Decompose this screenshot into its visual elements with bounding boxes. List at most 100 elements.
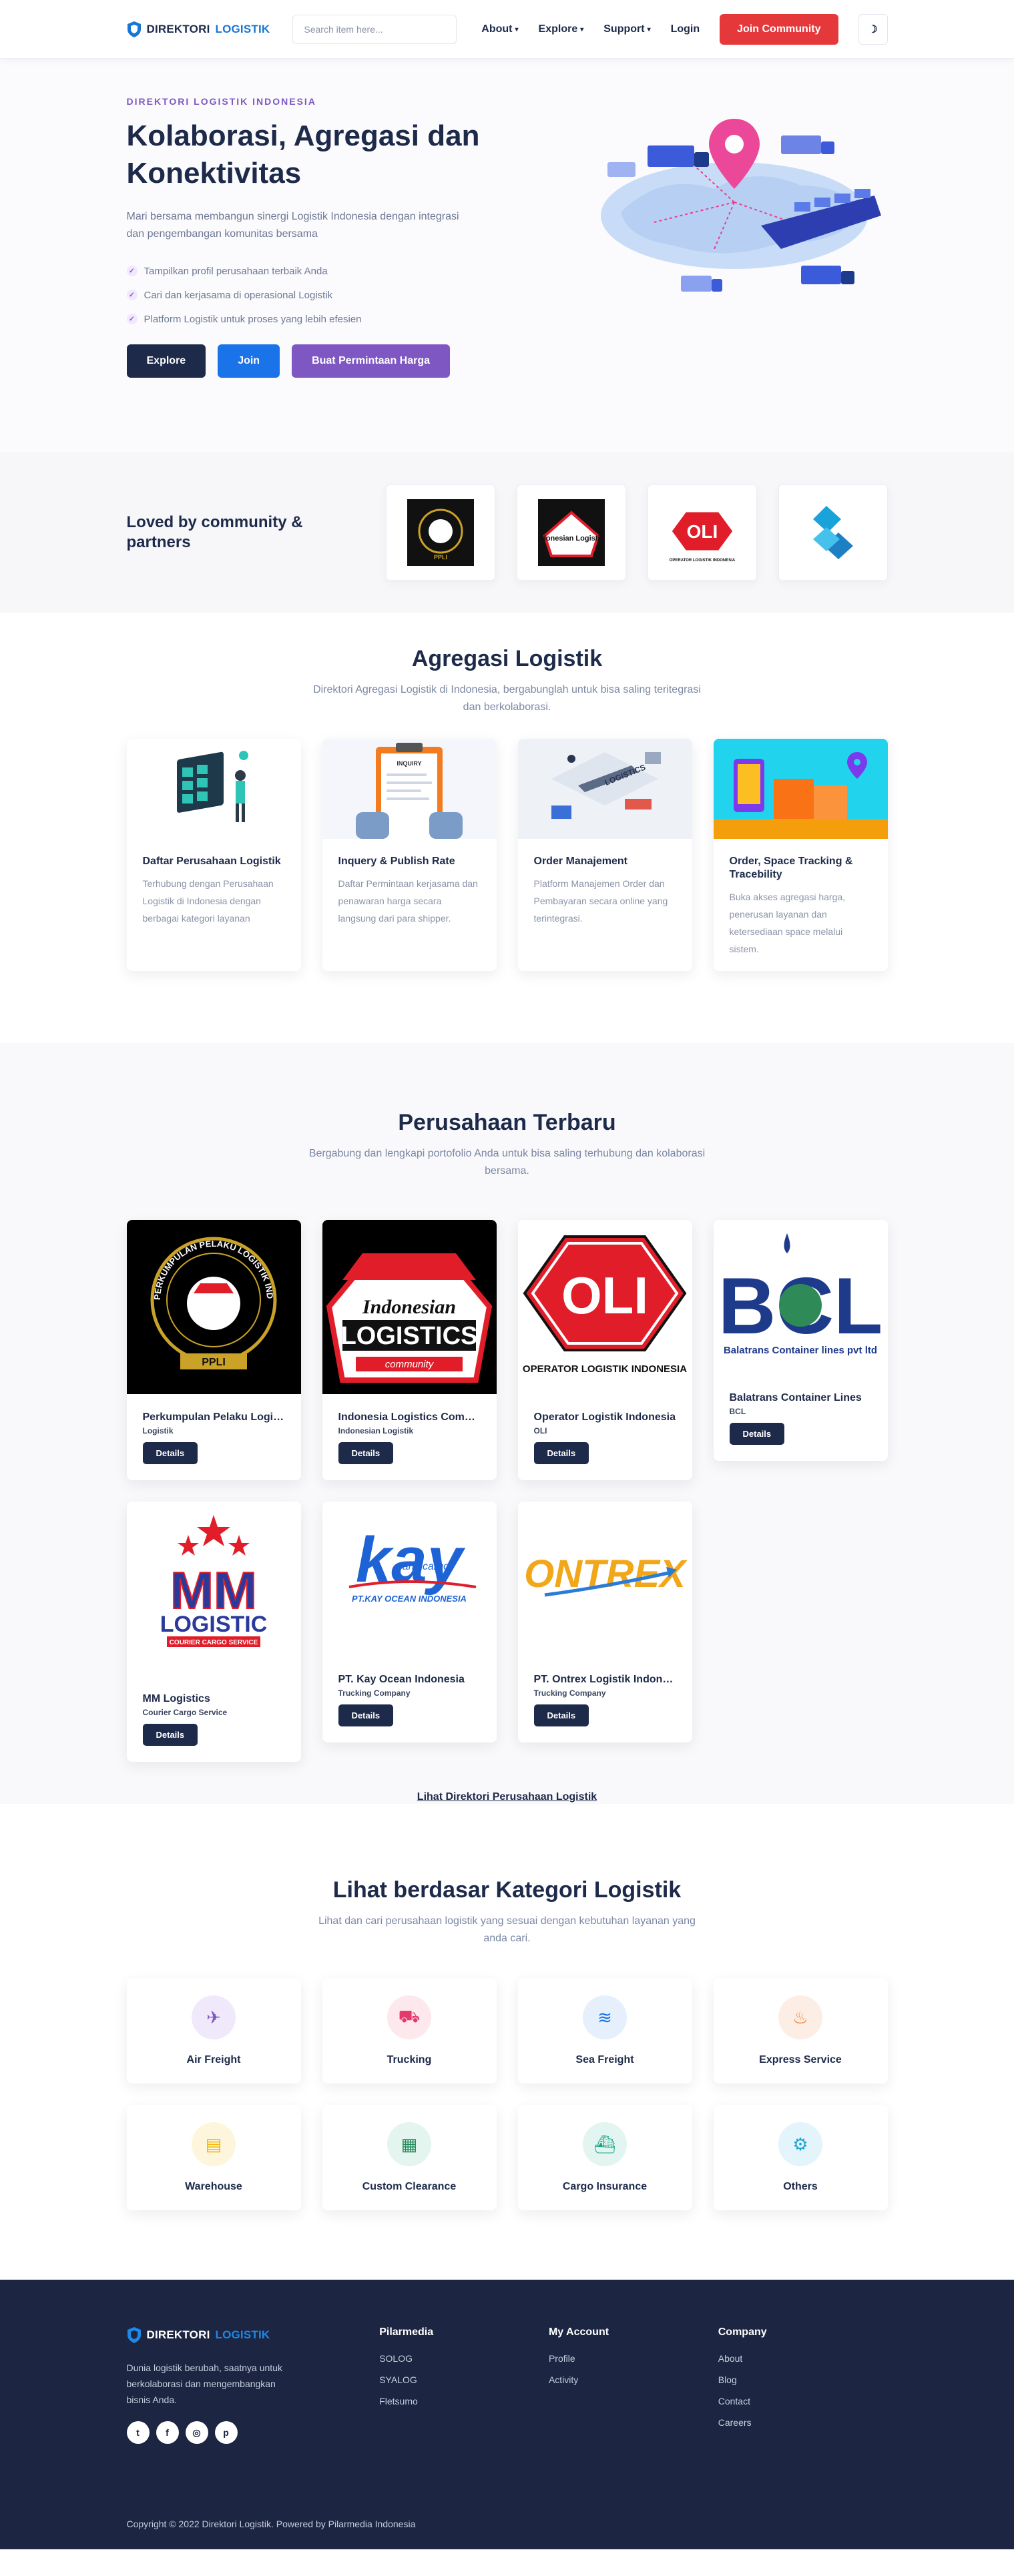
ship-icon: ⛴ (583, 2122, 627, 2166)
company-card[interactable]: MM LOGISTIC COURIER CARGO SERVICE MM Logis… (126, 1502, 301, 1762)
company-logo-ontrex: ONTREX (517, 1502, 692, 1656)
facebook-icon[interactable]: f (156, 2421, 179, 2444)
category-card[interactable]: ≋ Sea Freight (518, 1978, 692, 2083)
category-card[interactable]: ✈ Air Freight (127, 1978, 301, 2083)
footer-link[interactable]: Blog (718, 2374, 888, 2385)
footer-link[interactable]: Careers (718, 2417, 888, 2428)
company-card[interactable]: ONTREX PT. Ontrex Logistik Indonesia Tru… (517, 1502, 692, 1742)
nav-explore[interactable]: Explore ▾ (539, 23, 584, 35)
footer-logo[interactable]: DIREKTORI LOGISTIK (127, 2326, 380, 2344)
company-name: PT. Ontrex Logistik Indonesia (533, 1674, 684, 1685)
partner-logo-sl[interactable] (778, 485, 888, 581)
company-logo-indonesian-logistics: Indonesian LOGISTICS community (322, 1220, 497, 1394)
company-card[interactable]: Indonesian LOGISTICS community Indonesia L… (322, 1220, 497, 1480)
company-logo-oli: OLI OPERATOR LOGISTIK INDONESIA (517, 1220, 692, 1394)
see-all-companies-link[interactable]: Lihat Direktori Perusahaan Logistik (417, 1791, 597, 1803)
details-button[interactable]: Details (142, 1442, 198, 1464)
category-card[interactable]: ⚙ Others (714, 2105, 888, 2210)
search-input[interactable] (292, 15, 457, 44)
footer-logo-text-1: DIREKTORI (146, 2328, 210, 2341)
aggregation-card[interactable]: LOGISTICS Order Manajement Platform Mana… (517, 739, 692, 971)
category-label: Express Service (759, 2054, 842, 2065)
details-button[interactable]: Details (142, 1724, 198, 1746)
nav-support-label: Support (603, 23, 645, 35)
nav-about-label: About (481, 23, 513, 35)
request-quote-button[interactable]: Buat Permintaan Harga (292, 344, 451, 378)
calculator-icon: ▦ (387, 2122, 431, 2166)
details-button[interactable]: Details (533, 1704, 589, 1726)
footer-logo-text-2: LOGISTIK (215, 2328, 270, 2341)
aggregation-card-title: Inquery & Publish Rate (338, 856, 455, 867)
aggregation-card[interactable]: INQUIRY Inquery & Publish Rate Daftar Pe… (322, 739, 497, 971)
category-card[interactable]: ⛟ Trucking (322, 1978, 497, 2083)
warehouse-icon: ▤ (192, 2122, 236, 2166)
aggregation-card-desc: Platform Manajemen Order dan Pembayaran … (533, 878, 668, 924)
details-button[interactable]: Details (338, 1704, 394, 1726)
category-label: Custom Clearance (362, 2181, 457, 2192)
category-label: Warehouse (185, 2181, 242, 2192)
oli-logo-text: OLI (686, 521, 718, 542)
footer-link[interactable]: Profile (549, 2353, 718, 2364)
category-card[interactable]: ▤ Warehouse (127, 2105, 301, 2210)
category-label: Others (783, 2181, 818, 2192)
details-button[interactable]: Details (338, 1442, 394, 1464)
twitter-icon[interactable]: t (126, 2421, 150, 2444)
company-card[interactable]: PERKUMPULAN PELAKU LOGISTIK INDONESIAPPL… (126, 1220, 301, 1480)
footer-about-column: DIREKTORI LOGISTIK Dunia logistik beruba… (126, 2326, 380, 2444)
partner-logo-oli[interactable]: OLI OPERATOR LOGISTIK INDONESIA (647, 485, 757, 581)
footer-link[interactable]: Activity (549, 2374, 718, 2385)
details-button[interactable]: Details (533, 1442, 589, 1464)
oli-logo-text: OLI (561, 1266, 648, 1325)
aggregation-card-title: Order, Space Tracking & Tracebility (729, 856, 853, 880)
company-name: Operator Logistik Indonesia (533, 1411, 676, 1423)
aggregation-card-desc: Buka akses agregasi harga, penerusan lay… (729, 892, 846, 954)
partner-logo-indonesian-logistics[interactable]: Indonesian Logistics (516, 485, 626, 581)
company-category: BCL (729, 1407, 746, 1416)
company-card[interactable]: kay trans cargo PT.KAY OCEAN INDONESIA PT.… (322, 1502, 497, 1742)
hero-section: DIREKTORI LOGISTIK INDONESIA Kolaborasi,… (0, 59, 1014, 452)
shield-logo-icon (127, 21, 141, 37)
aggregation-title: Agregasi Logistik (411, 646, 603, 671)
aggregation-subtitle: Direktori Agregasi Logistik di Indonesia… (313, 684, 701, 713)
inquiry-clipboard-illustration: INQUIRY (322, 739, 497, 839)
check-icon: ✓ (126, 266, 138, 276)
company-category: Trucking Company (338, 1688, 411, 1698)
aggregation-card-title: Daftar Perusahaan Logistik (142, 856, 281, 867)
explore-button[interactable]: Explore (126, 344, 206, 378)
category-card[interactable]: ♨ Express Service (714, 1978, 888, 2083)
indonesian-logistics-logo-text: Indonesian Logistics (538, 535, 605, 543)
paper-plane-icon: ✈ (192, 1995, 236, 2039)
site-logo[interactable]: DIREKTORI LOGISTIK (127, 21, 270, 38)
aggregation-card[interactable]: Order, Space Tracking & Tracebility Buka… (713, 739, 888, 971)
footer-link[interactable]: About (718, 2353, 888, 2364)
company-card[interactable]: BCLBalatrans Container lines pvt ltd Bal… (713, 1220, 888, 1461)
category-card[interactable]: ⛴ Cargo Insurance (518, 2105, 692, 2210)
details-button[interactable]: Details (729, 1423, 785, 1445)
footer-link[interactable]: Fletsumo (379, 2396, 549, 2406)
login-link[interactable]: Login (671, 23, 700, 35)
moon-icon[interactable]: ☽ (858, 14, 888, 45)
main-nav: About ▾ Explore ▾ Support ▾ Login Join Comm… (481, 14, 888, 45)
footer-link[interactable]: SOLOG (379, 2353, 549, 2364)
oli-subtitle-text: OPERATOR LOGISTIK INDONESIA (522, 1363, 686, 1375)
footer-link[interactable]: SYALOG (379, 2374, 549, 2385)
oli-logo-subtitle: OPERATOR LOGISTIK INDONESIA (669, 559, 735, 563)
footer-link[interactable]: Contact (718, 2396, 888, 2406)
companies-grid: PERKUMPULAN PELAKU LOGISTIK INDONESIAPPL… (126, 1220, 888, 1762)
nav-about[interactable]: About ▾ (481, 23, 518, 35)
mm-logo-text: MM (170, 1561, 257, 1620)
partner-logo-ppli[interactable]: PPLI (385, 485, 495, 581)
instagram-icon[interactable]: ◎ (185, 2421, 208, 2444)
join-community-button[interactable]: Join Community (720, 14, 838, 45)
sl-logo-icon (812, 506, 853, 559)
check-icon: ✓ (126, 290, 138, 300)
aggregation-card[interactable]: Daftar Perusahaan Logistik Terhubung den… (126, 739, 301, 971)
category-card[interactable]: ▦ Custom Clearance (322, 2105, 497, 2210)
company-card[interactable]: OLI OPERATOR LOGISTIK INDONESIA Operator … (517, 1220, 692, 1480)
company-list-illustration (127, 739, 301, 839)
join-button[interactable]: Join (218, 344, 280, 378)
category-label: Cargo Insurance (562, 2181, 648, 2192)
pinterest-icon[interactable]: p (214, 2421, 238, 2444)
chevron-down-icon: ▾ (647, 25, 651, 33)
nav-support[interactable]: Support ▾ (603, 23, 650, 35)
